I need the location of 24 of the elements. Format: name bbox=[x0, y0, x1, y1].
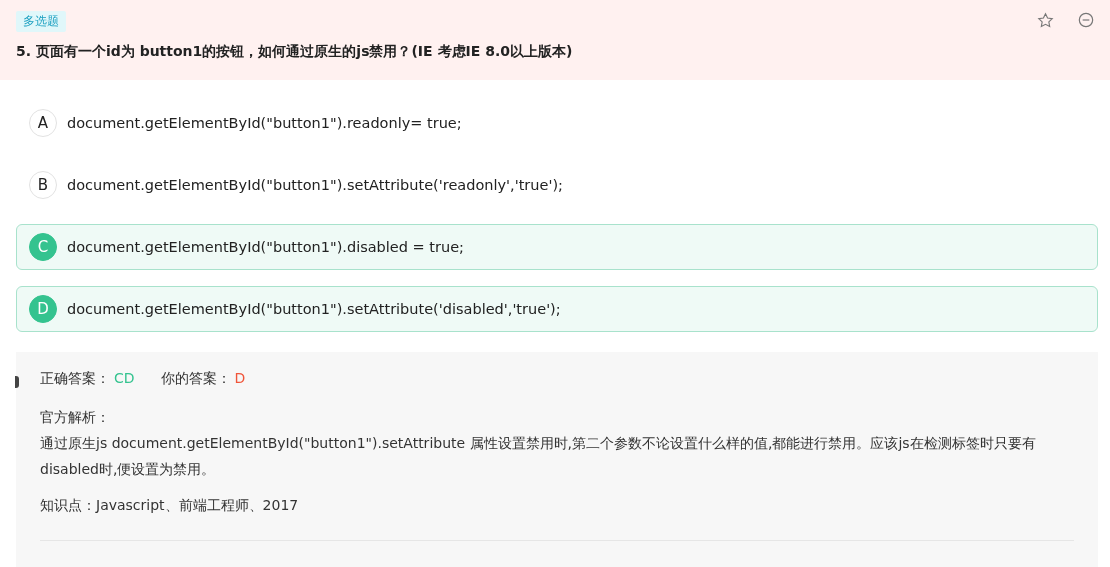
option-text: document.getElementById("button1").disabled = true; bbox=[67, 239, 464, 255]
answer-option[interactable]: B document.getElementById("button1").setAttribute('readonly','true'); bbox=[16, 162, 1098, 208]
question-type-tag: 多选题 bbox=[16, 11, 66, 32]
correct-answer-label: 正确答案： bbox=[40, 370, 110, 388]
minus-circle-icon[interactable] bbox=[1078, 12, 1094, 28]
question-title: 5. 页面有一个id为 button1的按钮，如何通过原生的js禁用？(IE 考虑IE 8.0以上版本) bbox=[16, 43, 574, 61]
your-answer-label: 你的答案： bbox=[160, 370, 231, 388]
option-letter: B bbox=[29, 171, 57, 199]
option-letter: D bbox=[29, 295, 57, 323]
option-text: document.getElementById("button1").setAttribute('disabled','true'); bbox=[67, 301, 561, 317]
marker-icon bbox=[15, 376, 19, 388]
your-answer-value: D bbox=[234, 370, 246, 388]
correct-answer-value: CD bbox=[114, 370, 135, 388]
star-icon[interactable] bbox=[1037, 12, 1054, 29]
answer-option[interactable]: A document.getElementById("button1").readonly= true; bbox=[16, 100, 1098, 146]
answer-option[interactable]: D document.getElementById("button1").setAttribute('disabled','true'); bbox=[16, 286, 1098, 332]
option-letter: A bbox=[29, 109, 57, 137]
option-letter: C bbox=[29, 233, 57, 261]
analysis-text: 通过原生js document.getElementById("button1").setAttribute 属性设置禁用时,第二个参数不论设置什么样的值,都能进行禁用。应该js在检测标签时只要有disabled时,便设置为禁用。 bbox=[40, 434, 1037, 479]
option-text: document.getElementById("button1").setAttribute('readonly','true'); bbox=[67, 177, 563, 193]
analysis-title: 官方解析： bbox=[40, 408, 111, 427]
knowledge-points: 知识点：Javascript、前端工程师、2017 bbox=[40, 496, 300, 515]
answer-option[interactable]: C document.getElementById("button1").disabled = true; bbox=[16, 224, 1098, 270]
option-text: document.getElementById("button1").readonly= true; bbox=[67, 115, 462, 131]
